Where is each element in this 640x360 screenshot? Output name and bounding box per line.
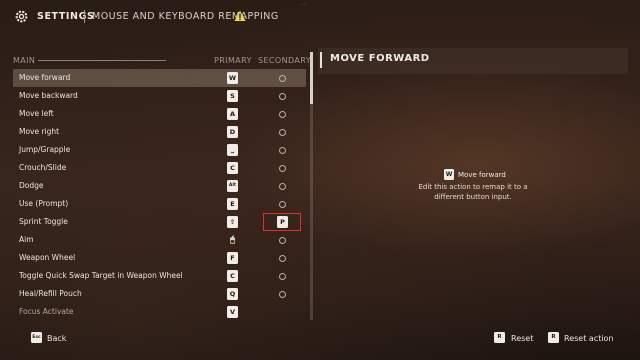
main-divider [38, 60, 166, 61]
action-row-sprint-toggle[interactable]: Sprint Toggle ⇧ P [13, 213, 306, 231]
column-main: MAIN [13, 56, 36, 65]
reset-action-button[interactable]: Reset action [564, 334, 614, 343]
esc-key-icon: Esc [31, 332, 42, 343]
action-row-move-left[interactable]: Move left A [13, 105, 306, 123]
primary-key[interactable]: A [227, 108, 238, 120]
action-label: Crouch/Slide [19, 163, 67, 172]
action-row-jump-grapple[interactable]: Jump/Grapple ⎵ [13, 141, 306, 159]
action-label: Move forward [19, 73, 71, 82]
secondary-empty-slot[interactable] [279, 75, 286, 82]
secondary-empty-slot[interactable] [279, 147, 286, 154]
secondary-empty-slot[interactable] [279, 93, 286, 100]
secondary-empty-slot[interactable] [279, 183, 286, 190]
primary-key[interactable]: D [227, 126, 238, 138]
page-title: SETTINGS [37, 11, 95, 22]
mouse-icon[interactable]: 🖱 [227, 234, 238, 246]
action-row-focus-activate[interactable]: Focus Activate V [13, 303, 306, 321]
action-row-use-prompt[interactable]: Use (Prompt) E [13, 195, 306, 213]
action-list: Move forward W Move backward S Move left… [13, 67, 309, 321]
action-row-move-right[interactable]: Move right D [13, 123, 306, 141]
action-label: Move left [19, 109, 54, 118]
action-label: Weapon Wheel [19, 253, 76, 262]
action-label: Toggle Quick Swap Target in Weapon Wheel [19, 271, 183, 280]
debug-overlay: ... [300, 2, 306, 6]
title-divider [84, 10, 85, 23]
secondary-empty-slot[interactable] [279, 111, 286, 118]
detail-key: W [444, 169, 454, 180]
action-row-move-forward[interactable]: Move forward W [13, 69, 306, 87]
detail-description: Edit this action to remap it to a differ… [418, 183, 528, 201]
detail-title: MOVE FORWARD [330, 53, 430, 64]
primary-key[interactable]: W [227, 72, 238, 84]
warning-icon [234, 10, 246, 21]
header-bar: SETTINGS MOUSE AND KEYBOARD REMAPPING ..… [0, 0, 640, 34]
secondary-empty-slot[interactable] [279, 129, 286, 136]
action-row-dodge[interactable]: Dodge Alt [13, 177, 306, 195]
action-row-quick-swap[interactable]: Toggle Quick Swap Target in Weapon Wheel… [13, 267, 306, 285]
page-subtitle: MOUSE AND KEYBOARD REMAPPING [92, 11, 279, 22]
action-label: Focus Activate [19, 307, 74, 316]
gear-icon [15, 10, 28, 23]
primary-key[interactable]: ⇧ [227, 216, 238, 228]
back-button[interactable]: Back [47, 334, 66, 343]
scrollbar-thumb[interactable] [310, 52, 313, 104]
action-label: Dodge [19, 181, 44, 190]
action-row-move-backward[interactable]: Move backward S [13, 87, 306, 105]
secondary-empty-slot[interactable] [279, 255, 286, 262]
action-label: Sprint Toggle [19, 217, 68, 226]
secondary-key[interactable]: P [277, 216, 288, 228]
detail-action-name: Move forward [458, 171, 506, 179]
action-label: Aim [19, 235, 34, 244]
reset-action-key-icon: R [548, 332, 559, 343]
action-label: Heal/Refill Pouch [19, 289, 82, 298]
secondary-empty-slot[interactable] [279, 291, 286, 298]
secondary-empty-slot[interactable] [279, 165, 286, 172]
secondary-empty-slot[interactable] [279, 237, 286, 244]
column-primary: PRIMARY [214, 56, 252, 65]
primary-key[interactable]: C [227, 270, 238, 282]
reset-key-icon: R [494, 332, 505, 343]
action-row-aim[interactable]: Aim 🖱 [13, 231, 306, 249]
detail-header-accent [320, 52, 322, 68]
secondary-empty-slot[interactable] [279, 273, 286, 280]
action-label: Move backward [19, 91, 78, 100]
primary-key[interactable]: C [227, 162, 238, 174]
reset-button[interactable]: Reset [511, 334, 533, 343]
primary-key[interactable]: E [227, 198, 238, 210]
secondary-empty-slot[interactable] [279, 201, 286, 208]
action-row-weapon-wheel[interactable]: Weapon Wheel F [13, 249, 306, 267]
action-label: Jump/Grapple [19, 145, 71, 154]
action-label: Use (Prompt) [19, 199, 69, 208]
primary-key[interactable]: Q [227, 288, 238, 300]
primary-key[interactable]: V [227, 306, 238, 318]
action-label: Move right [19, 127, 60, 136]
primary-key[interactable]: S [227, 90, 238, 102]
action-row-crouch-slide[interactable]: Crouch/Slide C [13, 159, 306, 177]
action-row-heal-refill[interactable]: Heal/Refill Pouch Q [13, 285, 306, 303]
primary-key[interactable]: ⎵ [227, 144, 238, 156]
primary-key[interactable]: F [227, 252, 238, 264]
primary-key[interactable]: Alt [227, 180, 238, 192]
column-secondary: SECONDARY [258, 56, 312, 65]
